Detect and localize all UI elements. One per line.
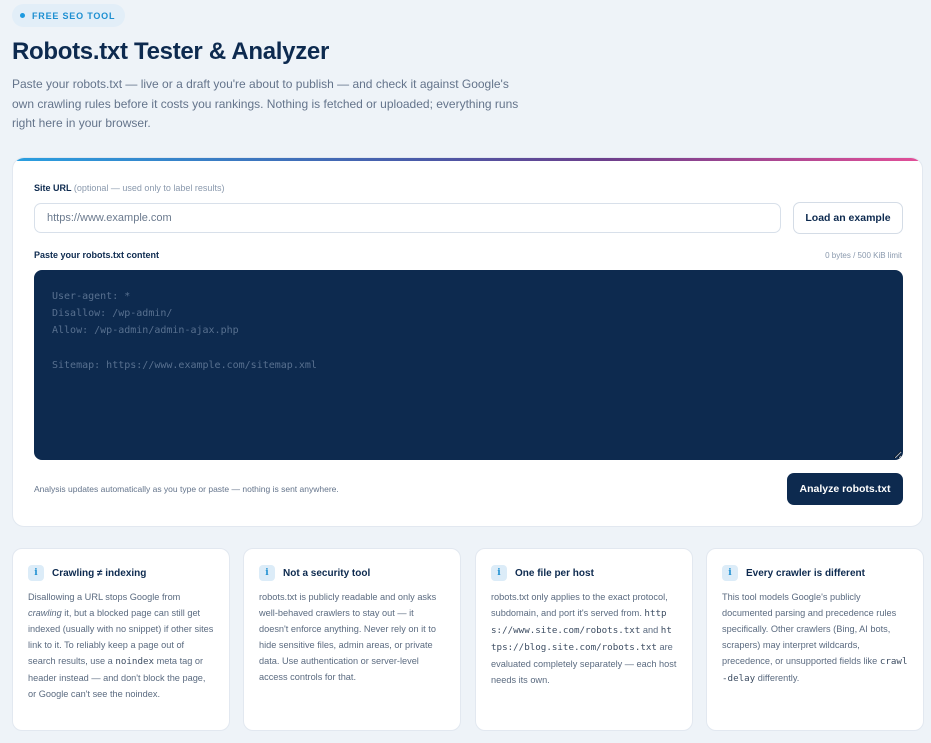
info-icon: i	[28, 565, 44, 581]
inline-code: noindex	[115, 656, 155, 667]
site-url-label-text: Site URL	[34, 183, 72, 193]
byte-counter: 0 bytes / 500 KiB limit	[825, 251, 902, 260]
load-example-button[interactable]: Load an example	[793, 202, 903, 234]
badge-dot-icon	[20, 13, 25, 18]
tip-text: Disallowing a URL stops Google from	[28, 592, 181, 602]
info-icon: i	[722, 565, 738, 581]
tip-card-crawling-indexing: i Crawling ≠ indexing Disallowing a URL …	[12, 548, 230, 731]
tip-text: differently.	[755, 673, 800, 683]
tip-title: One file per host	[515, 567, 594, 579]
free-seo-tool-badge: FREE SEO TOOL	[12, 4, 126, 27]
input-card: Site URL (optional — used only to label …	[12, 157, 923, 527]
site-url-hint: (optional — used only to label results)	[73, 183, 225, 193]
tip-text: and	[640, 625, 661, 635]
tip-title: Every crawler is different	[746, 567, 865, 579]
tip-body: robots.txt is publicly readable and only…	[259, 589, 445, 685]
info-icon: i	[259, 565, 275, 581]
info-icon: i	[491, 565, 507, 581]
tip-body: robots.txt only applies to the exact pro…	[491, 589, 677, 688]
tip-card-security: i Not a security tool robots.txt is publ…	[243, 548, 461, 731]
tip-title: Crawling ≠ indexing	[52, 567, 147, 579]
robots-content-textarea[interactable]	[34, 270, 903, 460]
card-accent-bar	[13, 158, 922, 161]
badge-label: FREE SEO TOOL	[32, 10, 116, 21]
tip-body: This tool models Google's publicly docum…	[722, 589, 908, 687]
tip-card-per-host: i One file per host robots.txt only appl…	[475, 548, 693, 731]
emphasis: crawling	[28, 608, 62, 618]
page-description: Paste your robots.txt — live or a draft …	[12, 77, 519, 130]
tip-text: robots.txt is publicly readable and only…	[259, 592, 437, 682]
tip-text: This tool models Google's publicly docum…	[722, 592, 897, 666]
tip-text: robots.txt only applies to the exact pro…	[491, 592, 668, 618]
tip-card-crawlers: i Every crawler is different This tool m…	[706, 548, 924, 731]
site-url-label: Site URL (optional — used only to label …	[34, 183, 224, 193]
analysis-note: Analysis updates automatically as you ty…	[34, 484, 339, 494]
site-url-input[interactable]	[34, 203, 781, 233]
tip-body: Disallowing a URL stops Google from craw…	[28, 589, 214, 702]
robots-content-label: Paste your robots.txt content	[34, 250, 160, 260]
tip-title: Not a security tool	[283, 567, 371, 579]
analyze-button[interactable]: Analyze robots.txt	[787, 473, 903, 505]
page-title: Robots.txt Tester & Analyzer	[12, 38, 329, 65]
